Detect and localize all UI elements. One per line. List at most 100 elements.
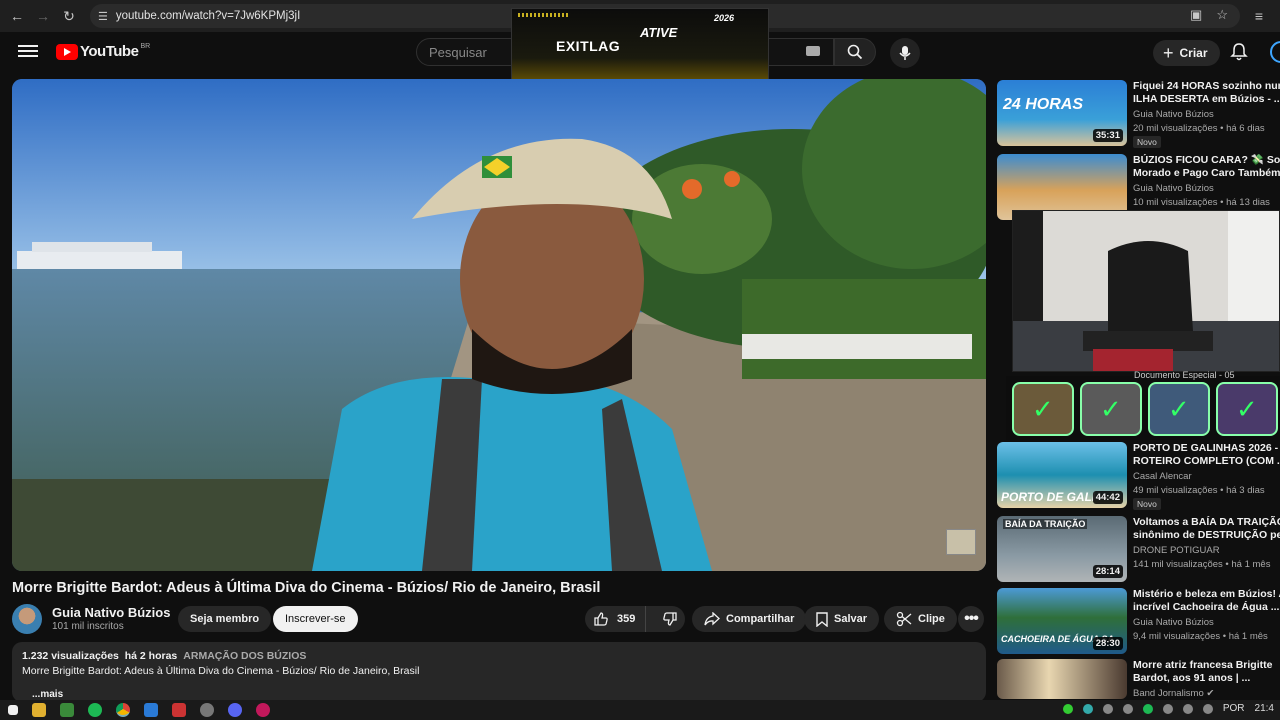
upload-time: há 2 horas <box>124 650 178 662</box>
dislike-button[interactable] <box>652 611 678 627</box>
video-thumbnail[interactable]: BAÍA DA TRAIÇÃO 28:14 <box>997 516 1127 582</box>
channel-name[interactable]: Guia Nativo Búzios <box>52 605 170 620</box>
video-title: Morre Brigitte Bardot: Adeus à Última Di… <box>12 580 601 596</box>
youtube-logo[interactable]: YouTube BR <box>56 43 150 60</box>
clock[interactable]: 21:4 <box>1255 703 1274 714</box>
scissors-icon <box>896 611 912 627</box>
save-button[interactable]: Salvar <box>804 606 880 632</box>
youtube-play-icon <box>56 43 78 60</box>
tray-icon[interactable] <box>1082 703 1093 714</box>
reload-icon[interactable]: ↻ <box>56 3 82 29</box>
tray-icon[interactable] <box>1122 703 1133 714</box>
view-count: 1.232 visualizações <box>22 650 119 662</box>
recommendation-stats: 20 mil visualizações • há 6 dias <box>1133 123 1265 134</box>
video-thumbnail[interactable]: PORTO DE GALI 44:42 <box>997 442 1127 508</box>
recommendation-channel[interactable]: Band Jornalismo ✔ <box>1133 688 1214 699</box>
app-icon[interactable] <box>200 703 214 717</box>
video-thumbnail[interactable]: CACHOEIRA DE ÁGUA SA 28:30 <box>997 588 1127 654</box>
recommendation-item[interactable]: BAÍA DA TRAIÇÃO 28:14 Voltamos a BAÍA DA… <box>997 516 1280 584</box>
like-button[interactable]: 359 <box>585 606 647 632</box>
clip-button[interactable]: Clipe <box>884 606 957 632</box>
reading-list-icon[interactable]: ≡ <box>1246 3 1272 29</box>
app-icon[interactable] <box>60 703 74 717</box>
keyboard-icon[interactable] <box>806 46 820 56</box>
plus-icon: + <box>1163 43 1174 63</box>
spotify-icon[interactable] <box>88 703 102 717</box>
recommendation-item[interactable]: Morre atriz francesa Brigitte Bardot, aos… <box>997 659 1280 699</box>
duration-badge: 44:42 <box>1092 491 1123 504</box>
menu-icon[interactable] <box>18 42 38 62</box>
search-icon <box>847 44 863 60</box>
recommendation-channel[interactable]: Guia Nativo Búzios <box>1133 109 1214 120</box>
site-settings-icon[interactable]: ☰ <box>98 10 108 23</box>
more-vert-icon: ••• <box>964 610 979 627</box>
channel-avatar[interactable] <box>12 604 42 634</box>
video-thumbnail[interactable]: 24 HORAS 35:31 <box>997 80 1127 146</box>
microphone-icon <box>899 46 911 60</box>
app-icon[interactable] <box>256 703 270 717</box>
bookmark-icon <box>816 611 828 627</box>
chrome-icon[interactable] <box>116 703 130 717</box>
forward-icon[interactable]: → <box>30 3 56 29</box>
app-icon[interactable] <box>144 703 158 717</box>
video-thumbnail[interactable] <box>997 659 1127 699</box>
file-explorer-icon[interactable] <box>32 703 46 717</box>
app-icon[interactable] <box>172 703 186 717</box>
discord-icon[interactable] <box>228 703 242 717</box>
tray-icon[interactable] <box>1142 703 1153 714</box>
recommendation-item[interactable]: PORTO DE GALI 44:42 PORTO DE GALINHAS 20… <box>997 442 1280 510</box>
video-player[interactable] <box>12 79 986 571</box>
webcam-overlay <box>1012 210 1280 372</box>
description-text: Morre Brigitte Bardot: Adeus à Última Di… <box>22 665 420 677</box>
recommendation-title: Fiquei 24 HORAS sozinho numa ILHA DESERTA… <box>1133 80 1280 105</box>
player-thumbnail-overlay[interactable] <box>946 529 976 555</box>
subscribe-button[interactable]: Inscrever-se <box>273 606 358 632</box>
description-meta: 1.232 visualizações há 2 horas ARMAÇÃO DO… <box>22 650 976 662</box>
recommendation-channel[interactable]: DRONE POTIGUAR <box>1133 545 1220 556</box>
share-icon <box>704 612 720 626</box>
recommendation-item[interactable]: 24 HORAS 35:31 Fiquei 24 HORAS sozinho n… <box>997 80 1280 148</box>
recommendation-item[interactable]: CACHOEIRA DE ÁGUA SA 28:30 Mistério e be… <box>997 588 1280 656</box>
windows-start-icon[interactable] <box>8 705 18 715</box>
exitlag-overlay-ad[interactable]: 2026 ATIVE EXITLAG <box>511 8 769 80</box>
check-icon: ✓ <box>1236 394 1258 424</box>
cast-icon[interactable]: ▣ <box>1190 7 1202 23</box>
subscriber-count: 101 mil inscritos <box>52 621 124 632</box>
notifications-bell-icon[interactable] <box>1229 42 1249 62</box>
wifi-icon[interactable] <box>1182 703 1193 714</box>
keyboard-language[interactable]: POR <box>1223 703 1245 714</box>
more-actions-button[interactable]: ••• <box>958 606 984 632</box>
recommendation-channel[interactable]: Casal Alencar <box>1133 471 1192 482</box>
location-tag[interactable]: ARMAÇÃO DOS BÚZIOS <box>183 650 306 662</box>
join-button[interactable]: Seja membro <box>178 606 272 632</box>
achievement-tile: ✓ <box>1012 382 1074 436</box>
clip-label: Clipe <box>918 613 945 625</box>
verified-icon: ✔ <box>1206 688 1215 699</box>
recommendation-stats: 49 mil visualizações • há 3 dias <box>1133 485 1265 496</box>
recommendation-channel[interactable]: Guia Nativo Búzios <box>1133 617 1214 628</box>
tray-icon[interactable] <box>1162 703 1173 714</box>
share-button[interactable]: Compartilhar <box>692 606 807 632</box>
ad-headline: ATIVE <box>640 25 678 40</box>
account-avatar[interactable] <box>1270 41 1280 63</box>
search-button[interactable] <box>834 38 876 66</box>
recommendation-channel[interactable]: Guia Nativo Búzios <box>1133 183 1214 194</box>
recommendation-title: BÚZIOS FICOU CARA? 💸 Sou Morado e Pago Ca… <box>1133 154 1280 179</box>
back-icon[interactable]: ← <box>4 3 30 29</box>
tray-icon[interactable] <box>1102 703 1113 714</box>
bookmark-star-icon[interactable]: ☆ <box>1216 7 1228 23</box>
recommendation-title: PORTO DE GALINHAS 2026 - ROTEIRO COMPLETO… <box>1133 442 1280 467</box>
recommendation-stats: 10 mil visualizações • há 13 dias <box>1133 197 1270 208</box>
url-text: youtube.com/watch?v=7Jw6KPMj3jI <box>115 10 301 22</box>
recommendation-stats: 9,4 mil visualizações • há 1 mês <box>1133 631 1268 642</box>
recommendation-title: Mistério e beleza em Búzios! Aincrível C… <box>1133 588 1280 613</box>
tray-icon[interactable] <box>1062 703 1073 714</box>
voice-search-button[interactable] <box>890 38 920 68</box>
volume-icon[interactable] <box>1202 703 1213 714</box>
country-code: BR <box>140 43 151 50</box>
create-button[interactable]: + Criar <box>1153 40 1220 66</box>
share-label: Compartilhar <box>726 613 795 625</box>
video-frame <box>12 79 986 571</box>
show-more-link[interactable]: ...mais <box>32 689 976 700</box>
description-box[interactable]: 1.232 visualizações há 2 horas ARMAÇÃO DO… <box>12 642 986 702</box>
